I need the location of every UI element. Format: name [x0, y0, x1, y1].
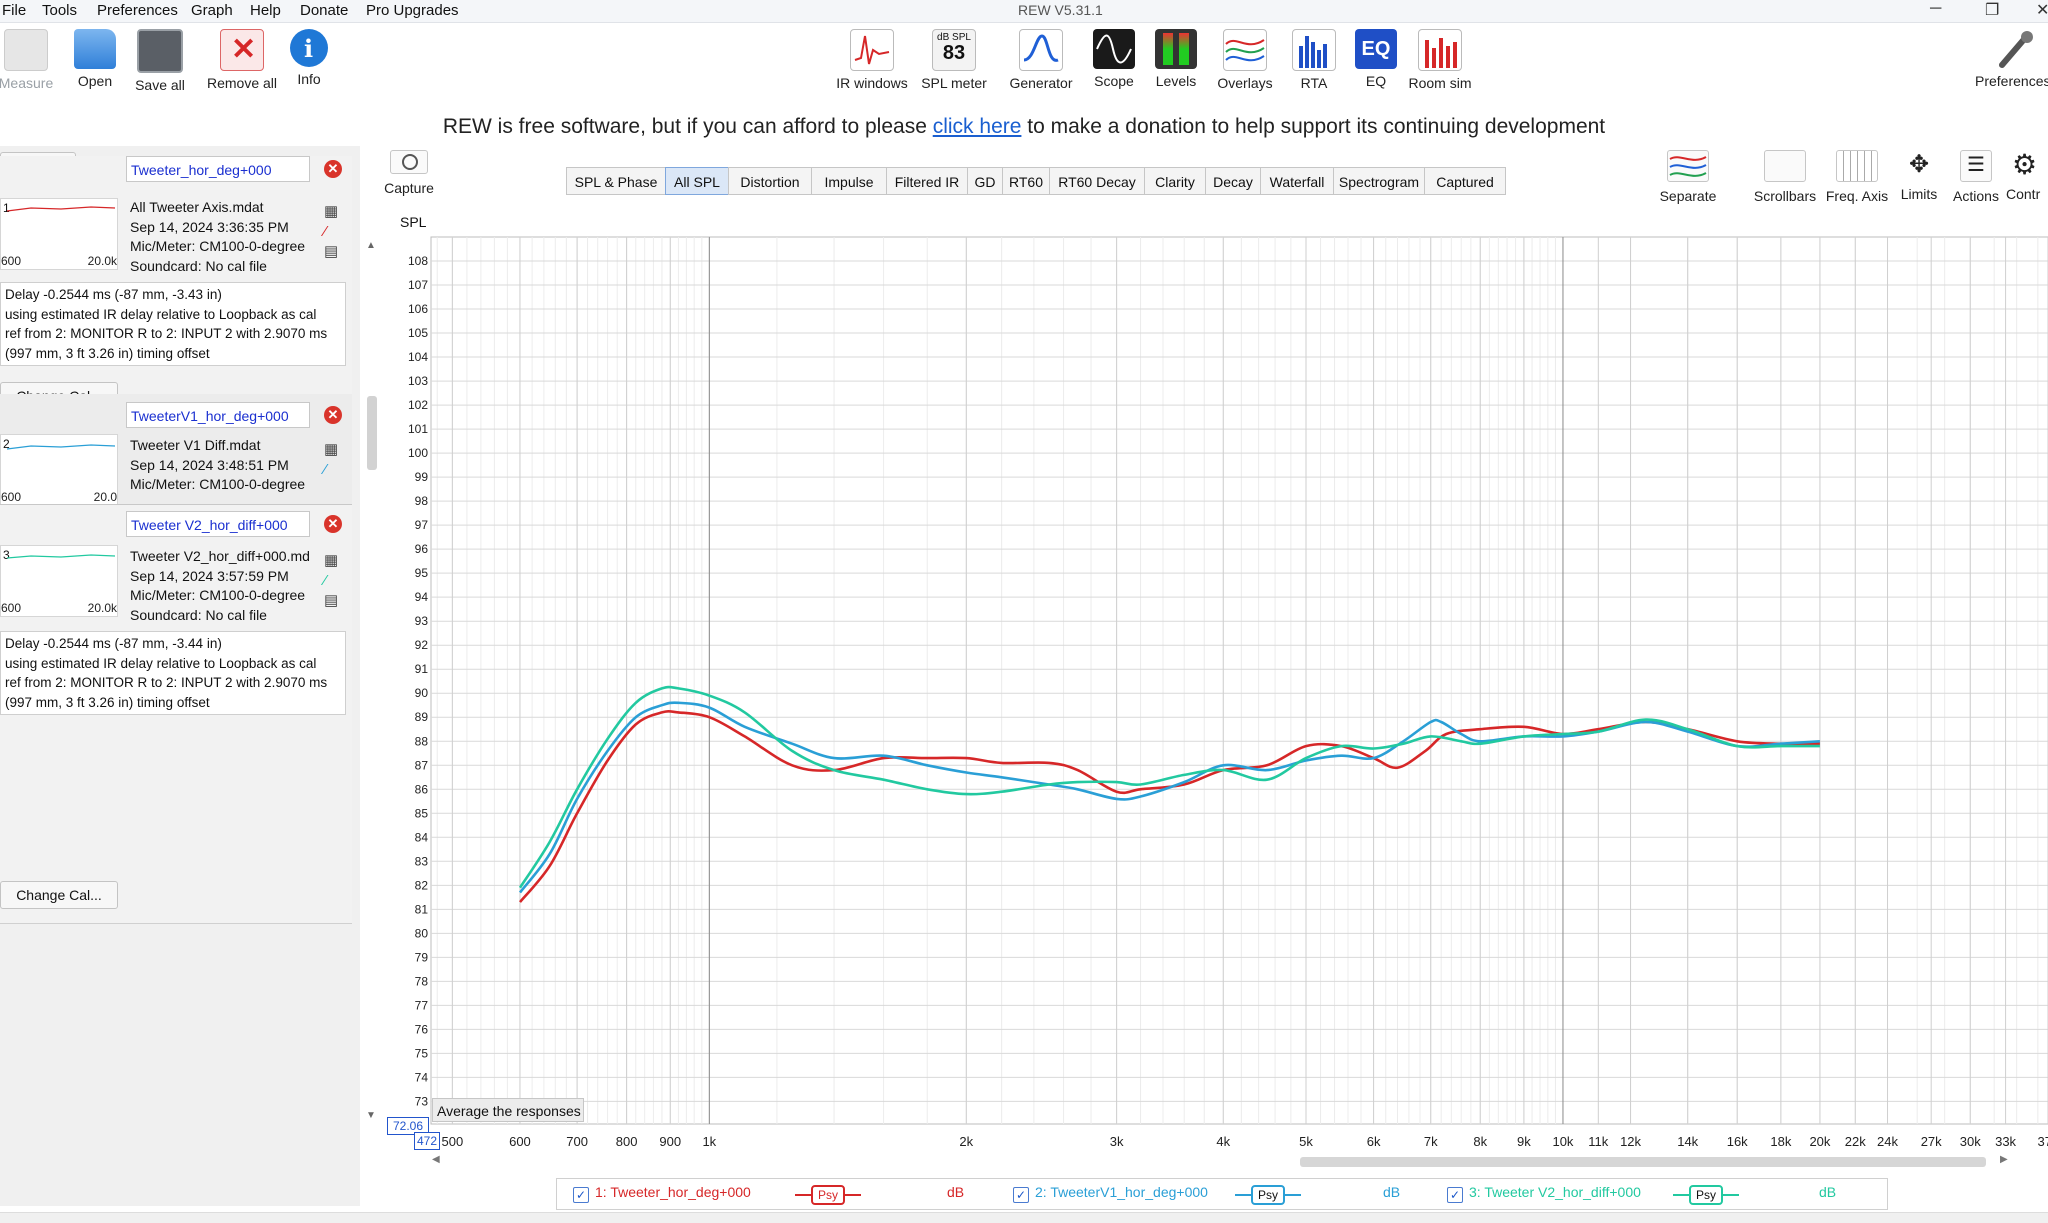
- y-tick-label: 80: [415, 926, 429, 940]
- x-tick-label: 8k: [1473, 1134, 1487, 1149]
- x-tick-label: 24k: [1877, 1134, 1898, 1149]
- x-tick-label: 1k: [702, 1134, 716, 1149]
- x-tick-label: 4k: [1216, 1134, 1230, 1149]
- x-tick-label: 33k: [1995, 1134, 2016, 1149]
- y-tick-label: 91: [415, 662, 429, 676]
- spl-chart[interactable]: 73 74 75 76 77 78 79 80 81 82 83 84 85 86 87 88 89 90 91 92…: [0, 0, 2048, 1222]
- x-tick-label: 700: [566, 1134, 588, 1149]
- y-tick-label: 106: [408, 302, 428, 316]
- x-tick-label: 2k: [959, 1134, 973, 1149]
- x-tick-label: 800: [616, 1134, 638, 1149]
- x-tick-label: 20k: [1809, 1134, 1830, 1149]
- checkbox-icon[interactable]: ✓: [1447, 1187, 1463, 1203]
- x-tick-label: 12k: [1620, 1134, 1641, 1149]
- y-tick-label: 98: [415, 494, 429, 508]
- y-tick-label: 94: [415, 590, 429, 604]
- y-tick-label: 79: [415, 950, 429, 964]
- x-tick-label: 18k: [1770, 1134, 1791, 1149]
- y-tick-label: 87: [415, 758, 429, 772]
- checkbox-icon[interactable]: ✓: [573, 1187, 589, 1203]
- y-tick-label: 100: [408, 446, 428, 460]
- x-tick-label: 11k: [1588, 1134, 1608, 1149]
- x-tick-label: 30k: [1960, 1134, 1981, 1149]
- legend-unit: dB: [1819, 1184, 1837, 1200]
- scroll-right-icon[interactable]: ▶: [2000, 1154, 2008, 1165]
- y-tick-label: 102: [408, 398, 428, 412]
- average-responses-button[interactable]: Average the responses: [432, 1098, 584, 1122]
- y-tick-label: 75: [415, 1046, 429, 1060]
- y-tick-label: 84: [415, 830, 429, 844]
- x-tick-label: 900: [659, 1134, 681, 1149]
- y-tick-label: 97: [415, 518, 429, 532]
- y-tick-label: 81: [415, 902, 429, 916]
- y-tick-label: 101: [408, 422, 428, 436]
- plot-area: [430, 236, 2048, 1125]
- x-tick-label: 3k: [1110, 1134, 1124, 1149]
- legend-unit: dB: [1383, 1184, 1401, 1200]
- psy-button[interactable]: Psy: [811, 1185, 845, 1205]
- x-tick-label: 10k: [1552, 1134, 1573, 1149]
- psy-button[interactable]: Psy: [1689, 1185, 1723, 1205]
- x-min-readout[interactable]: 472: [414, 1132, 440, 1150]
- legend-item-2[interactable]: ✓ 2: TweeterV1_hor_deg+000: [1013, 1184, 1208, 1203]
- y-tick-label: 82: [415, 878, 429, 892]
- y-tick-label: 95: [415, 566, 429, 580]
- y-tick-label: 77: [415, 998, 429, 1012]
- x-tick-label: 600: [509, 1134, 531, 1149]
- scroll-thumb[interactable]: [1300, 1157, 1986, 1167]
- legend-item-1[interactable]: ✓ 1: Tweeter_hor_deg+000: [573, 1184, 751, 1203]
- x-tick-label: 27k: [1921, 1134, 1942, 1149]
- y-tick-label: 74: [415, 1070, 429, 1084]
- y-tick-label: 93: [415, 614, 429, 628]
- x-tick-label: 16k: [1727, 1134, 1748, 1149]
- x-tick-label: 7k: [1424, 1134, 1438, 1149]
- scroll-left-icon[interactable]: ◀: [432, 1154, 440, 1165]
- y-tick-label: 105: [408, 326, 428, 340]
- x-tick-label: 37k: [2038, 1134, 2048, 1149]
- status-bar: [0, 1212, 2048, 1223]
- y-tick-label: 104: [408, 350, 428, 364]
- y-tick-label: 73: [415, 1094, 429, 1108]
- x-tick-label: 5k: [1299, 1134, 1313, 1149]
- y-tick-label: 78: [415, 974, 429, 988]
- y-tick-label: 103: [408, 374, 428, 388]
- y-tick-label: 96: [415, 542, 429, 556]
- y-tick-label: 76: [415, 1022, 429, 1036]
- y-tick-label: 89: [415, 710, 429, 724]
- checkbox-icon[interactable]: ✓: [1013, 1187, 1029, 1203]
- y-tick-label: 90: [415, 686, 429, 700]
- y-tick-label: 88: [415, 734, 429, 748]
- y-tick-label: 107: [408, 278, 428, 292]
- y-tick-label: 108: [408, 254, 428, 268]
- x-tick-label: 22k: [1845, 1134, 1866, 1149]
- chart-legend: ✓ 1: Tweeter_hor_deg+000 Psy dB ✓ 2: Tweet…: [556, 1178, 1888, 1210]
- legend-unit: dB: [947, 1184, 965, 1200]
- legend-item-3[interactable]: ✓ 3: Tweeter V2_hor_diff+000: [1447, 1184, 1641, 1203]
- x-tick-label: 9k: [1517, 1134, 1531, 1149]
- x-tick-label: 500: [442, 1134, 464, 1149]
- x-tick-label: 6k: [1367, 1134, 1381, 1149]
- y-tick-label: 85: [415, 806, 429, 820]
- psy-button[interactable]: Psy: [1251, 1185, 1285, 1205]
- y-tick-label: 92: [415, 638, 429, 652]
- y-tick-label: 86: [415, 782, 429, 796]
- x-tick-label: 14k: [1677, 1134, 1698, 1149]
- y-tick-label: 99: [415, 470, 429, 484]
- chart-scrollbar[interactable]: ◀ ▶: [432, 1154, 2044, 1169]
- y-tick-label: 83: [415, 854, 429, 868]
